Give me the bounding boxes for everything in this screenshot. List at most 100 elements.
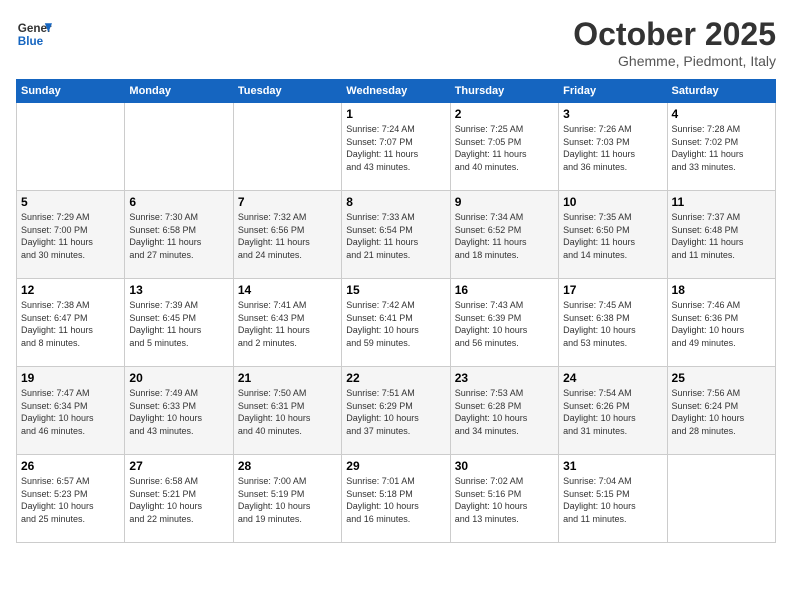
day-info: Sunrise: 7:54 AM Sunset: 6:26 PM Dayligh… [563,387,662,437]
day-number: 19 [21,371,120,385]
day-number: 27 [129,459,228,473]
day-number: 11 [672,195,771,209]
day-header-sunday: Sunday [17,80,125,103]
calendar-cell: 9 Sunrise: 7:34 AM Sunset: 6:52 PM Daylig… [450,191,558,279]
calendar-cell: 25 Sunrise: 7:56 AM Sunset: 6:24 PM Dayli… [667,367,775,455]
day-number: 26 [21,459,120,473]
calendar-cell: 4 Sunrise: 7:28 AM Sunset: 7:02 PM Daylig… [667,103,775,191]
day-info: Sunrise: 7:42 AM Sunset: 6:41 PM Dayligh… [346,299,445,349]
calendar-cell: 5 Sunrise: 7:29 AM Sunset: 7:00 PM Daylig… [17,191,125,279]
day-number: 6 [129,195,228,209]
day-number: 24 [563,371,662,385]
day-header-wednesday: Wednesday [342,80,450,103]
logo: General Blue [16,16,52,52]
day-number: 23 [455,371,554,385]
day-number: 31 [563,459,662,473]
day-number: 7 [238,195,337,209]
calendar-cell [667,455,775,543]
day-number: 22 [346,371,445,385]
calendar-cell: 3 Sunrise: 7:26 AM Sunset: 7:03 PM Daylig… [559,103,667,191]
calendar-cell: 24 Sunrise: 7:54 AM Sunset: 6:26 PM Dayli… [559,367,667,455]
day-info: Sunrise: 7:33 AM Sunset: 6:54 PM Dayligh… [346,211,445,261]
calendar-cell: 7 Sunrise: 7:32 AM Sunset: 6:56 PM Daylig… [233,191,341,279]
svg-text:Blue: Blue [18,35,44,48]
calendar-cell: 10 Sunrise: 7:35 AM Sunset: 6:50 PM Dayli… [559,191,667,279]
day-info: Sunrise: 6:57 AM Sunset: 5:23 PM Dayligh… [21,475,120,525]
day-number: 25 [672,371,771,385]
day-info: Sunrise: 7:51 AM Sunset: 6:29 PM Dayligh… [346,387,445,437]
calendar-week-row: 26 Sunrise: 6:57 AM Sunset: 5:23 PM Dayli… [17,455,776,543]
day-number: 1 [346,107,445,121]
day-number: 21 [238,371,337,385]
calendar-cell [17,103,125,191]
calendar-cell: 12Sunrise: 7:38 AM Sunset: 6:47 PM Dayli… [17,279,125,367]
day-number: 16 [455,283,554,297]
day-info: Sunrise: 7:50 AM Sunset: 6:31 PM Dayligh… [238,387,337,437]
calendar-cell: 15Sunrise: 7:42 AM Sunset: 6:41 PM Dayli… [342,279,450,367]
calendar-cell: 22 Sunrise: 7:51 AM Sunset: 6:29 PM Dayli… [342,367,450,455]
calendar-week-row: 5 Sunrise: 7:29 AM Sunset: 7:00 PM Daylig… [17,191,776,279]
day-info: Sunrise: 7:02 AM Sunset: 5:16 PM Dayligh… [455,475,554,525]
calendar-cell: 30Sunrise: 7:02 AM Sunset: 5:16 PM Dayli… [450,455,558,543]
day-number: 20 [129,371,228,385]
day-info: Sunrise: 7:04 AM Sunset: 5:15 PM Dayligh… [563,475,662,525]
day-info: Sunrise: 7:32 AM Sunset: 6:56 PM Dayligh… [238,211,337,261]
day-number: 12 [21,283,120,297]
title-block: October 2025 Ghemme, Piedmont, Italy [573,16,776,69]
day-number: 17 [563,283,662,297]
calendar-cell: 28Sunrise: 7:00 AM Sunset: 5:19 PM Dayli… [233,455,341,543]
calendar-cell: 21 Sunrise: 7:50 AM Sunset: 6:31 PM Dayli… [233,367,341,455]
page-header: General Blue October 2025 Ghemme, Piedmo… [16,16,776,69]
day-number: 9 [455,195,554,209]
day-number: 4 [672,107,771,121]
day-number: 3 [563,107,662,121]
day-info: Sunrise: 7:37 AM Sunset: 6:48 PM Dayligh… [672,211,771,261]
logo-icon: General Blue [16,16,52,52]
calendar-cell: 31 Sunrise: 7:04 AM Sunset: 5:15 PM Dayli… [559,455,667,543]
calendar-cell: 11 Sunrise: 7:37 AM Sunset: 6:48 PM Dayli… [667,191,775,279]
calendar-header-row: SundayMondayTuesdayWednesdayThursdayFrid… [17,80,776,103]
day-info: Sunrise: 7:56 AM Sunset: 6:24 PM Dayligh… [672,387,771,437]
calendar-week-row: 12Sunrise: 7:38 AM Sunset: 6:47 PM Dayli… [17,279,776,367]
calendar-cell: 18 Sunrise: 7:46 AM Sunset: 6:36 PM Dayli… [667,279,775,367]
day-info: Sunrise: 7:47 AM Sunset: 6:34 PM Dayligh… [21,387,120,437]
calendar-cell: 20 Sunrise: 7:49 AM Sunset: 6:33 PM Dayli… [125,367,233,455]
day-info: Sunrise: 7:35 AM Sunset: 6:50 PM Dayligh… [563,211,662,261]
day-info: Sunrise: 7:43 AM Sunset: 6:39 PM Dayligh… [455,299,554,349]
day-info: Sunrise: 7:00 AM Sunset: 5:19 PM Dayligh… [238,475,337,525]
day-info: Sunrise: 7:01 AM Sunset: 5:18 PM Dayligh… [346,475,445,525]
day-number: 5 [21,195,120,209]
calendar-cell: 14Sunrise: 7:41 AM Sunset: 6:43 PM Dayli… [233,279,341,367]
day-info: Sunrise: 7:26 AM Sunset: 7:03 PM Dayligh… [563,123,662,173]
calendar-table: SundayMondayTuesdayWednesdayThursdayFrid… [16,79,776,543]
day-info: Sunrise: 7:41 AM Sunset: 6:43 PM Dayligh… [238,299,337,349]
calendar-week-row: 1 Sunrise: 7:24 AM Sunset: 7:07 PM Daylig… [17,103,776,191]
calendar-cell: 19 Sunrise: 7:47 AM Sunset: 6:34 PM Dayli… [17,367,125,455]
day-number: 8 [346,195,445,209]
day-number: 29 [346,459,445,473]
calendar-cell: 16 Sunrise: 7:43 AM Sunset: 6:39 PM Dayli… [450,279,558,367]
day-header-monday: Monday [125,80,233,103]
day-info: Sunrise: 7:34 AM Sunset: 6:52 PM Dayligh… [455,211,554,261]
day-info: Sunrise: 7:28 AM Sunset: 7:02 PM Dayligh… [672,123,771,173]
calendar-cell: 2Sunrise: 7:25 AM Sunset: 7:05 PM Daylig… [450,103,558,191]
calendar-cell: 17Sunrise: 7:45 AM Sunset: 6:38 PM Dayli… [559,279,667,367]
location-subtitle: Ghemme, Piedmont, Italy [573,53,776,69]
day-info: Sunrise: 7:25 AM Sunset: 7:05 PM Dayligh… [455,123,554,173]
calendar-cell: 13Sunrise: 7:39 AM Sunset: 6:45 PM Dayli… [125,279,233,367]
day-header-friday: Friday [559,80,667,103]
calendar-cell: 27Sunrise: 6:58 AM Sunset: 5:21 PM Dayli… [125,455,233,543]
day-info: Sunrise: 7:24 AM Sunset: 7:07 PM Dayligh… [346,123,445,173]
day-number: 13 [129,283,228,297]
calendar-cell [233,103,341,191]
day-header-thursday: Thursday [450,80,558,103]
day-number: 10 [563,195,662,209]
day-info: Sunrise: 7:29 AM Sunset: 7:00 PM Dayligh… [21,211,120,261]
calendar-cell: 23Sunrise: 7:53 AM Sunset: 6:28 PM Dayli… [450,367,558,455]
day-header-tuesday: Tuesday [233,80,341,103]
day-info: Sunrise: 7:46 AM Sunset: 6:36 PM Dayligh… [672,299,771,349]
calendar-cell: 6Sunrise: 7:30 AM Sunset: 6:58 PM Daylig… [125,191,233,279]
day-info: Sunrise: 7:49 AM Sunset: 6:33 PM Dayligh… [129,387,228,437]
day-number: 18 [672,283,771,297]
calendar-cell: 1 Sunrise: 7:24 AM Sunset: 7:07 PM Daylig… [342,103,450,191]
